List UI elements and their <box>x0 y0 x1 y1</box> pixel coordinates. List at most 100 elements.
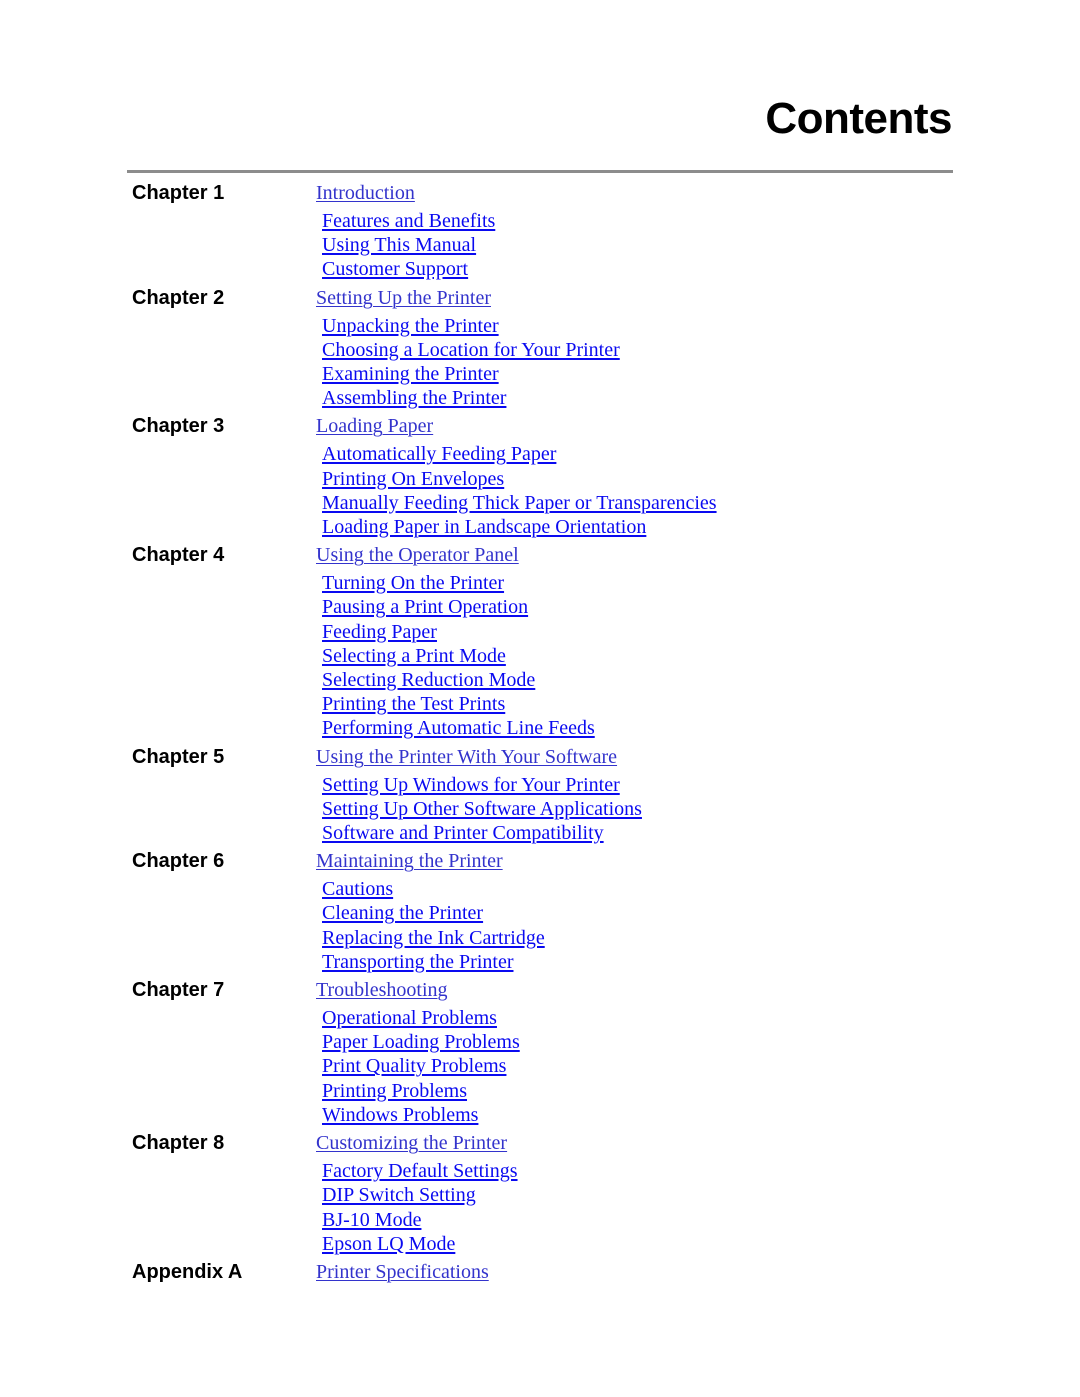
section-link[interactable]: Performing Automatic Line Feeds <box>322 717 595 739</box>
chapter-title-link[interactable]: Introduction <box>316 179 415 207</box>
toc-section-item: Cleaning the Printer <box>322 901 952 925</box>
toc-section-item: Automatically Feeding Paper <box>322 442 952 466</box>
section-list: Unpacking the Printer Choosing a Location… <box>322 314 952 411</box>
chapter-title-link[interactable]: Loading Paper <box>316 412 433 440</box>
chapter-title-link[interactable]: Using the Printer With Your Software <box>316 743 617 771</box>
toc-chapter-7: Chapter 7 Troubleshooting Operational Pr… <box>132 976 952 1127</box>
toc-section-item: Pausing a Print Operation <box>322 595 952 619</box>
section-link[interactable]: Customer Support <box>322 258 468 280</box>
section-link[interactable]: Printing Problems <box>322 1080 467 1102</box>
toc-section-item: Turning On the Printer <box>322 571 952 595</box>
toc-section-item: Selecting a Print Mode <box>322 644 952 668</box>
toc-section-item: Loading Paper in Landscape Orientation <box>322 515 952 539</box>
section-list: Cautions Cleaning the Printer Replacing th… <box>322 877 952 974</box>
section-list: Operational Problems Paper Loading Proble… <box>322 1006 952 1127</box>
section-link[interactable]: Using This Manual <box>322 234 476 256</box>
section-link[interactable]: Printing the Test Prints <box>322 693 505 715</box>
toc-section-item: DIP Switch Setting <box>322 1183 952 1207</box>
chapter-label: Chapter 7 <box>132 979 225 1002</box>
section-link[interactable]: Cautions <box>322 878 393 900</box>
section-link[interactable]: Features and Benefits <box>322 210 495 232</box>
section-link[interactable]: Epson LQ Mode <box>322 1233 455 1255</box>
chapter-label: Chapter 2 <box>132 286 225 309</box>
chapter-label: Chapter 1 <box>132 182 225 204</box>
section-link[interactable]: Selecting Reduction Mode <box>322 669 535 691</box>
toc-chapter-5: Chapter 5 Using the Printer With Your So… <box>132 743 952 846</box>
chapter-body: Loading Paper Automatically Feeding Pape… <box>316 412 952 539</box>
chapter-label: Chapter 6 <box>132 850 225 873</box>
title-divider <box>127 170 953 173</box>
section-link[interactable]: Setting Up Other Software Applications <box>322 798 642 820</box>
section-list: Setting Up Windows for Your Printer Setti… <box>322 773 952 846</box>
toc-section-item: Using This Manual <box>322 233 952 257</box>
section-link[interactable]: Operational Problems <box>322 1007 497 1029</box>
chapter-body: Introduction Features and Benefits Using … <box>316 179 952 282</box>
toc-section-item: Setting Up Other Software Applications <box>322 797 952 821</box>
chapter-label: Appendix A <box>132 1260 243 1283</box>
toc-section-item: Printing Problems <box>322 1079 952 1103</box>
section-link[interactable]: Manually Feeding Thick Paper or Transpar… <box>322 492 717 514</box>
toc-chapter-9: Appendix A Printer Specifications <box>132 1258 952 1288</box>
toc-section-item: Replacing the Ink Cartridge <box>322 926 952 950</box>
toc-section-item: Performing Automatic Line Feeds <box>322 716 952 740</box>
section-link[interactable]: Choosing a Location for Your Printer <box>322 339 620 361</box>
section-link[interactable]: Feeding Paper <box>322 621 437 643</box>
section-link[interactable]: Pausing a Print Operation <box>322 596 528 618</box>
chapter-title-link[interactable]: Using the Operator Panel <box>316 541 519 569</box>
section-list: Features and Benefits Using This Manual Cu… <box>322 209 952 282</box>
toc-section-item: Windows Problems <box>322 1103 952 1127</box>
toc-section-item: Printing the Test Prints <box>322 692 952 716</box>
chapter-title-link[interactable]: Maintaining the Printer <box>316 847 503 875</box>
chapter-title-link[interactable]: Setting Up the Printer <box>316 284 491 312</box>
section-link[interactable]: Cleaning the Printer <box>322 902 483 924</box>
chapter-title-link[interactable]: Printer Specifications <box>316 1258 489 1286</box>
toc-section-item: Software and Printer Compatibility <box>322 821 952 845</box>
section-link[interactable]: Unpacking the Printer <box>322 315 499 337</box>
toc-section-item: Setting Up Windows for Your Printer <box>322 773 952 797</box>
section-link[interactable]: Paper Loading Problems <box>322 1031 520 1053</box>
toc-chapter-4: Chapter 4 Using the Operator Panel Turni… <box>132 541 952 740</box>
section-link[interactable]: Transporting the Printer <box>322 951 513 973</box>
section-link[interactable]: Selecting a Print Mode <box>322 645 506 667</box>
chapter-body: Using the Printer With Your Software Set… <box>316 743 952 846</box>
section-link[interactable]: Setting Up Windows for Your Printer <box>322 774 620 796</box>
toc-section-item: Customer Support <box>322 257 952 281</box>
section-link[interactable]: Software and Printer Compatibility <box>322 822 604 844</box>
section-link[interactable]: Automatically Feeding Paper <box>322 443 556 465</box>
toc-chapter-2: Chapter 2 Setting Up the Printer Unpacki… <box>132 284 952 411</box>
section-link[interactable]: Printing On Envelopes <box>322 468 504 490</box>
section-link[interactable]: Print Quality Problems <box>322 1055 506 1077</box>
toc-section-item: Manually Feeding Thick Paper or Transpar… <box>322 491 952 515</box>
toc-section-item: Selecting Reduction Mode <box>322 668 952 692</box>
toc-chapter-1: Chapter 1 Introduction Features and Bene… <box>132 179 952 282</box>
section-link[interactable]: Assembling the Printer <box>322 387 506 409</box>
chapter-body: Troubleshooting Operational Problems Pape… <box>316 976 952 1127</box>
toc-section-item: Print Quality Problems <box>322 1054 952 1078</box>
section-link[interactable]: Turning On the Printer <box>322 572 504 594</box>
chapter-label: Chapter 4 <box>132 544 225 567</box>
toc-section-item: Choosing a Location for Your Printer <box>322 338 952 362</box>
toc-section-item: Feeding Paper <box>322 620 952 644</box>
chapter-title-link[interactable]: Customizing the Printer <box>316 1129 507 1157</box>
section-link[interactable]: DIP Switch Setting <box>322 1184 476 1206</box>
section-list: Factory Default Settings DIP Switch Setti… <box>322 1159 952 1256</box>
toc-section-item: Assembling the Printer <box>322 386 952 410</box>
toc-section-item: Printing On Envelopes <box>322 467 952 491</box>
section-link[interactable]: BJ-10 Mode <box>322 1209 421 1231</box>
page-title: Contents <box>765 94 952 143</box>
section-link[interactable]: Loading Paper in Landscape Orientation <box>322 516 646 538</box>
chapter-body: Maintaining the Printer Cautions Cleaning… <box>316 847 952 974</box>
section-link[interactable]: Windows Problems <box>322 1104 478 1126</box>
section-link[interactable]: Replacing the Ink Cartridge <box>322 927 545 949</box>
section-list: Turning On the Printer Pausing a Print Op… <box>322 571 952 740</box>
chapter-label: Chapter 3 <box>132 415 225 438</box>
toc-section-item: Examining the Printer <box>322 362 952 386</box>
toc-section-item: Unpacking the Printer <box>322 314 952 338</box>
section-link[interactable]: Examining the Printer <box>322 363 499 385</box>
toc-chapter-6: Chapter 6 Maintaining the Printer Cautio… <box>132 847 952 974</box>
table-of-contents: Chapter 1 Introduction Features and Bene… <box>132 179 952 1288</box>
chapter-body: Printer Specifications <box>316 1258 952 1288</box>
chapter-title-link[interactable]: Troubleshooting <box>316 976 448 1004</box>
section-link[interactable]: Factory Default Settings <box>322 1160 518 1182</box>
toc-section-item: BJ-10 Mode <box>322 1208 952 1232</box>
